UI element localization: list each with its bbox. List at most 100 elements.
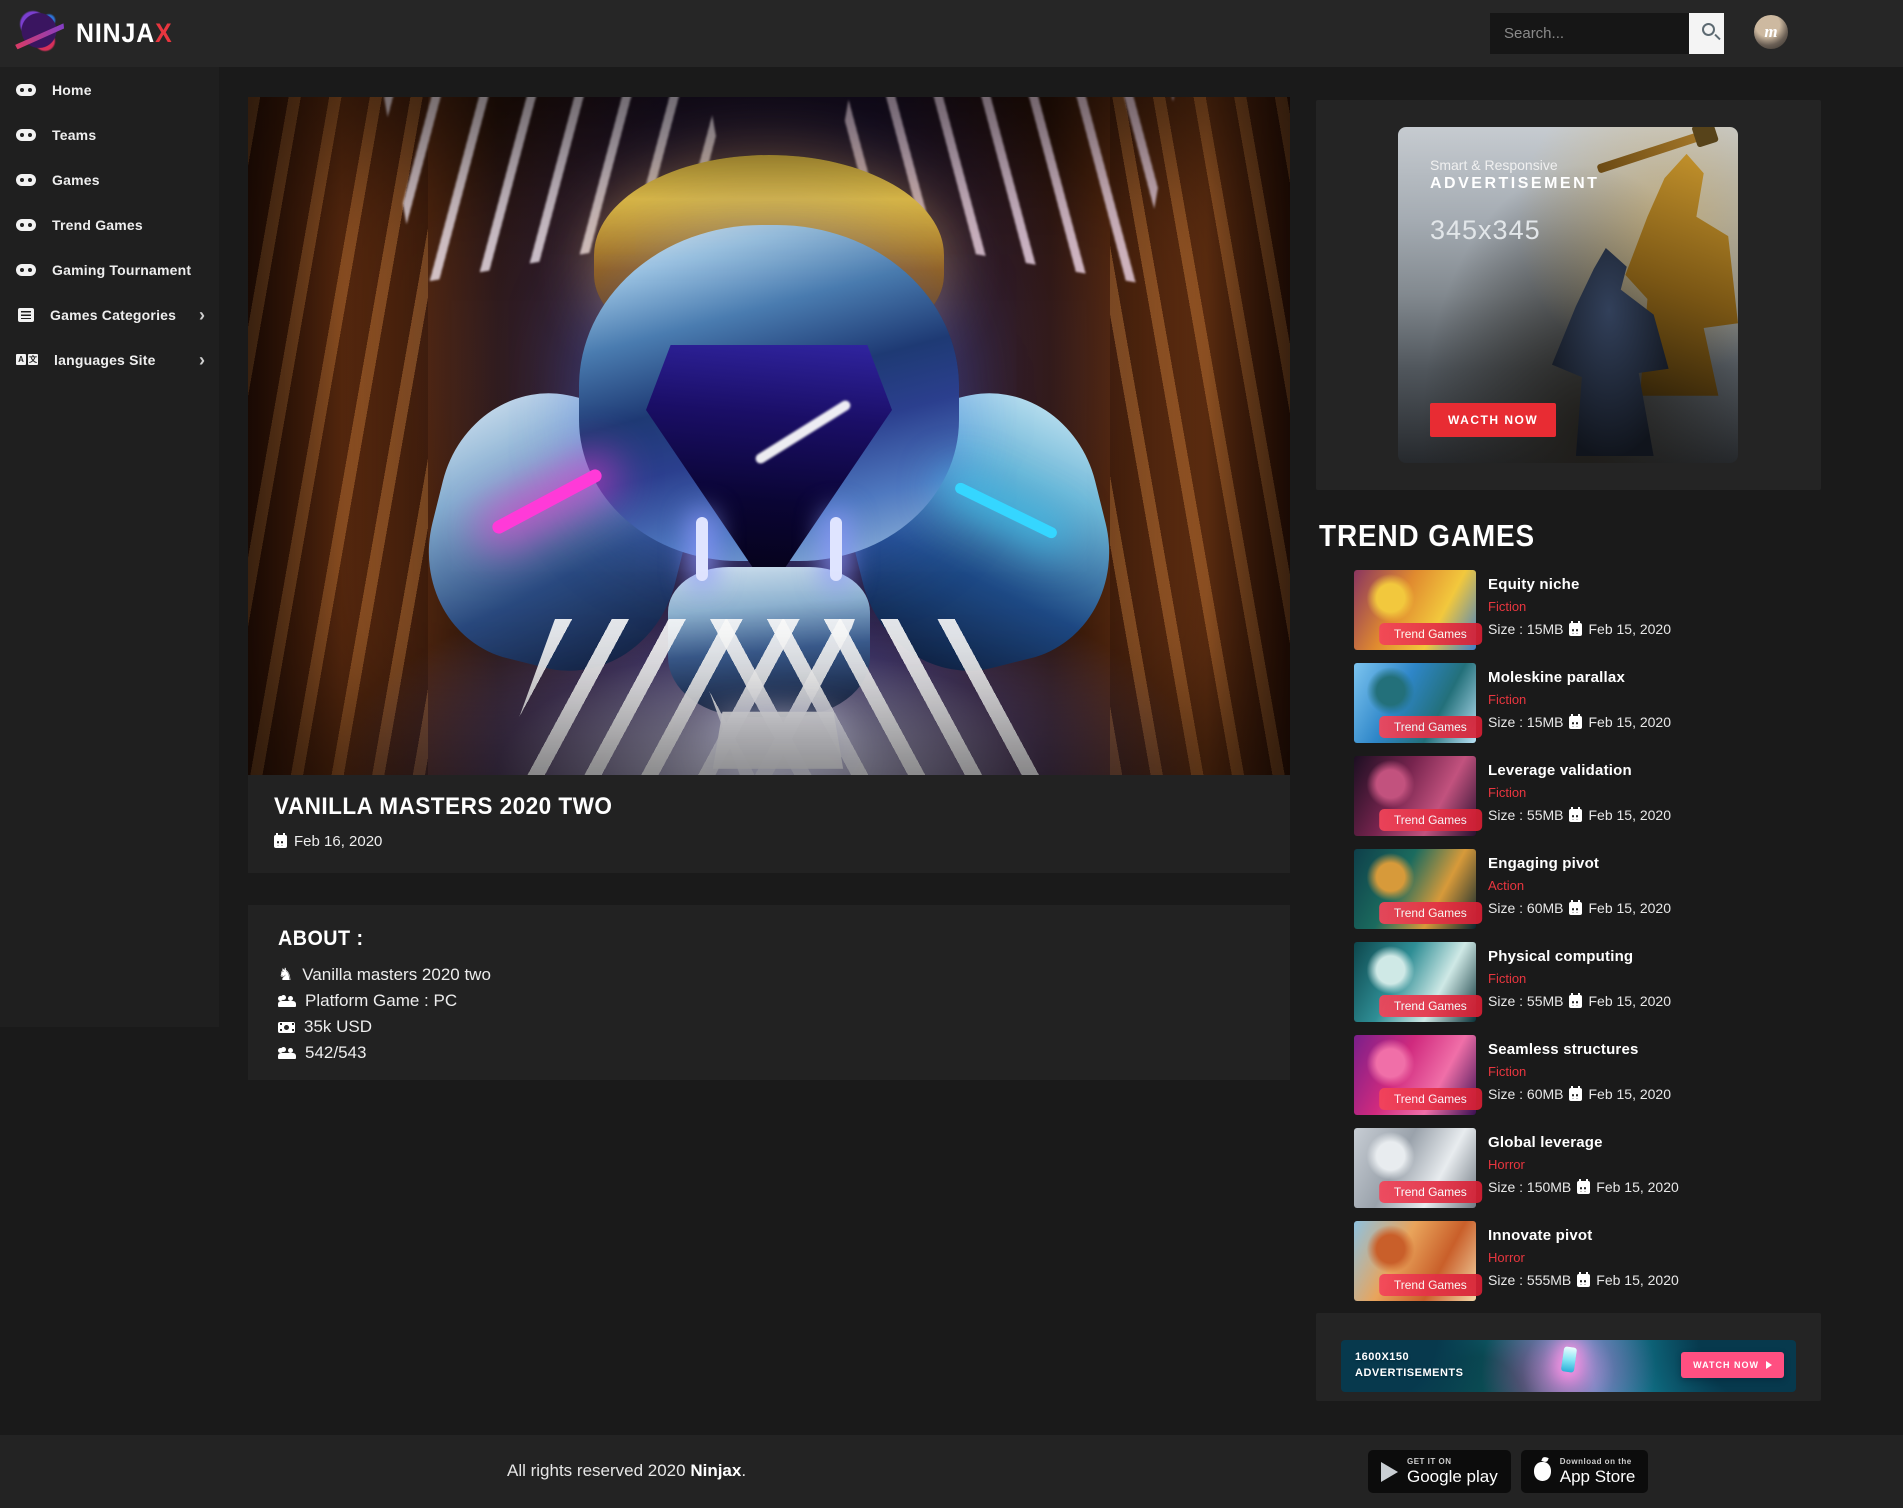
sidebar-item-languages-site[interactable]: A文 languages Site › [0, 337, 219, 382]
google-play-badge[interactable]: GET IT ON Google play [1368, 1450, 1511, 1493]
game-title[interactable]: Moleskine parallax [1488, 669, 1671, 686]
game-info: Size : 15MB Feb 15, 2020 [1488, 620, 1671, 637]
trend-game-item[interactable]: Trend Games Leverage validation Fiction … [1354, 756, 1794, 836]
game-thumbnail[interactable]: Trend Games [1354, 570, 1482, 650]
sidebar-item-games-categories[interactable]: Games Categories › [0, 292, 219, 337]
game-genre: Fiction [1488, 599, 1527, 614]
game-meta: Leverage validation Fiction Size : 55MB … [1488, 756, 1671, 836]
calendar-icon [1577, 1271, 1591, 1287]
game-meta: Equity niche Fiction Size : 15MB Feb 15,… [1488, 570, 1671, 650]
game-genre: Fiction [1488, 692, 1527, 707]
trend-game-item[interactable]: Trend Games Seamless structures Fiction … [1354, 1035, 1794, 1115]
store-badges: GET IT ON Google play Download on the Ap… [1368, 1450, 1649, 1493]
game-title[interactable]: Seamless structures [1488, 1041, 1671, 1058]
advertisement-1600x150[interactable]: 1600X150 ADVERTISEMENTS WATCH NOW [1341, 1340, 1796, 1392]
sidebar-item-home[interactable]: Home [0, 67, 219, 112]
game-date: Feb 15, 2020 [1596, 1272, 1679, 1288]
post-title-card: VANILLA MASTERS 2020 TWO Feb 16, 2020 [248, 775, 1290, 873]
post-title: VANILLA MASTERS 2020 TWO [274, 793, 613, 820]
watch-now-button[interactable]: WACTH NOW [1430, 403, 1557, 437]
game-thumbnail[interactable]: Trend Games [1354, 663, 1482, 743]
sidebar-item-trend-games[interactable]: Trend Games [0, 202, 219, 247]
translate-icon: A文 [16, 354, 38, 365]
trend-games-heading: TREND GAMES [1319, 518, 1536, 553]
game-meta: Global leverage Horror Size : 150MB Feb … [1488, 1128, 1679, 1208]
ninja-mascot-icon [14, 8, 64, 58]
game-title[interactable]: Innovate pivot [1488, 1227, 1679, 1244]
banner-text: 1600X150 ADVERTISEMENTS [1355, 1351, 1464, 1379]
game-thumbnail[interactable]: Trend Games [1354, 849, 1482, 929]
ad-size-label: 345x345 [1430, 215, 1541, 245]
trend-game-item[interactable]: Trend Games Physical computing Fiction S… [1354, 942, 1794, 1022]
sidebar-item-label: Games Categories [50, 306, 177, 323]
trend-games-badge: Trend Games [1378, 995, 1482, 1017]
trend-games-badge: Trend Games [1378, 1088, 1482, 1110]
sidebar-item-games[interactable]: Games [0, 157, 219, 202]
game-title[interactable]: Equity niche [1488, 576, 1671, 593]
apple-icon [1533, 1462, 1551, 1481]
google-play-icon [1381, 1461, 1398, 1482]
sidebar-item-label: Teams [52, 126, 97, 143]
game-date: Feb 15, 2020 [1596, 1179, 1679, 1195]
trend-game-item[interactable]: Trend Games Moleskine parallax Fiction S… [1354, 663, 1794, 743]
trend-game-item[interactable]: Trend Games Innovate pivot Horror Size :… [1354, 1221, 1794, 1301]
ad-title: ADVERTISEMENT [1430, 175, 1600, 192]
trend-games-badge: Trend Games [1378, 1181, 1482, 1203]
game-info: Size : 15MB Feb 15, 2020 [1488, 713, 1671, 730]
trend-game-item[interactable]: Trend Games Global leverage Horror Size … [1354, 1128, 1794, 1208]
app-store-badge[interactable]: Download on the App Store [1520, 1450, 1649, 1493]
search-button[interactable] [1689, 13, 1724, 54]
sidebar-item-label: Gaming Tournament [52, 261, 192, 278]
sidebar-item-gaming-tournament[interactable]: Gaming Tournament [0, 247, 219, 292]
game-genre: Fiction [1488, 785, 1527, 800]
chevron-right-icon: › [199, 349, 205, 370]
game-size: Size : 60MB [1488, 900, 1564, 916]
watch-now-button[interactable]: WATCH NOW [1681, 1352, 1784, 1378]
chevron-right-icon: › [199, 304, 205, 325]
sidebar-item-label: Trend Games [52, 216, 143, 233]
ad-panel: Smart & Responsive ADVERTISEMENT 345x345… [1316, 100, 1821, 490]
brand-logo[interactable]: NINJAX [14, 8, 181, 58]
game-title[interactable]: Engaging pivot [1488, 855, 1671, 872]
about-row-platform: Platform Game : PC [278, 991, 1260, 1011]
gamepad-icon [16, 173, 36, 186]
game-info: Size : 55MB Feb 15, 2020 [1488, 806, 1671, 823]
advertisement-345x345[interactable]: Smart & Responsive ADVERTISEMENT 345x345… [1398, 127, 1738, 463]
post-date-row: Feb 16, 2020 [274, 833, 1264, 850]
money-bill-icon [278, 1021, 295, 1033]
game-genre: Action [1488, 878, 1525, 893]
trend-games-badge: Trend Games [1378, 623, 1482, 645]
chess-knight-icon: ♞ [278, 964, 294, 985]
about-row-name: ♞ Vanilla masters 2020 two [278, 964, 491, 985]
game-info: Size : 150MB Feb 15, 2020 [1488, 1178, 1679, 1195]
sidebar-item-teams[interactable]: Teams [0, 112, 219, 157]
sidebar-item-label: Games [52, 171, 100, 188]
game-thumbnail[interactable]: Trend Games [1354, 756, 1482, 836]
game-thumbnail[interactable]: Trend Games [1354, 942, 1482, 1022]
game-title[interactable]: Global leverage [1488, 1134, 1679, 1151]
banner-panel: 1600X150 ADVERTISEMENTS WATCH NOW [1316, 1313, 1821, 1401]
calendar-icon [1569, 713, 1583, 729]
post-date: Feb 16, 2020 [294, 833, 383, 850]
calendar-icon [1569, 899, 1583, 915]
search-input[interactable] [1490, 13, 1689, 54]
game-info: Size : 60MB Feb 15, 2020 [1488, 899, 1671, 916]
game-title[interactable]: Physical computing [1488, 948, 1671, 965]
game-date: Feb 15, 2020 [1588, 807, 1671, 823]
game-thumbnail[interactable]: Trend Games [1354, 1221, 1482, 1301]
copyright-text: All rights reserved 2020 Ninjax. [507, 1461, 747, 1480]
list-icon [18, 307, 34, 322]
brand-name: NINJAX [76, 17, 173, 48]
game-thumbnail[interactable]: Trend Games [1354, 1035, 1482, 1115]
trend-game-item[interactable]: Trend Games Engaging pivot Action Size :… [1354, 849, 1794, 929]
game-size: Size : 60MB [1488, 1086, 1564, 1102]
game-title[interactable]: Leverage validation [1488, 762, 1671, 779]
game-thumbnail[interactable]: Trend Games [1354, 1128, 1482, 1208]
game-date: Feb 15, 2020 [1588, 993, 1671, 1009]
gamepad-icon [16, 263, 36, 276]
user-avatar[interactable]: m [1754, 15, 1788, 49]
trend-game-item[interactable]: Trend Games Equity niche Fiction Size : … [1354, 570, 1794, 650]
game-size: Size : 15MB [1488, 714, 1564, 730]
game-genre: Fiction [1488, 971, 1527, 986]
about-heading: ABOUT : [278, 927, 364, 950]
